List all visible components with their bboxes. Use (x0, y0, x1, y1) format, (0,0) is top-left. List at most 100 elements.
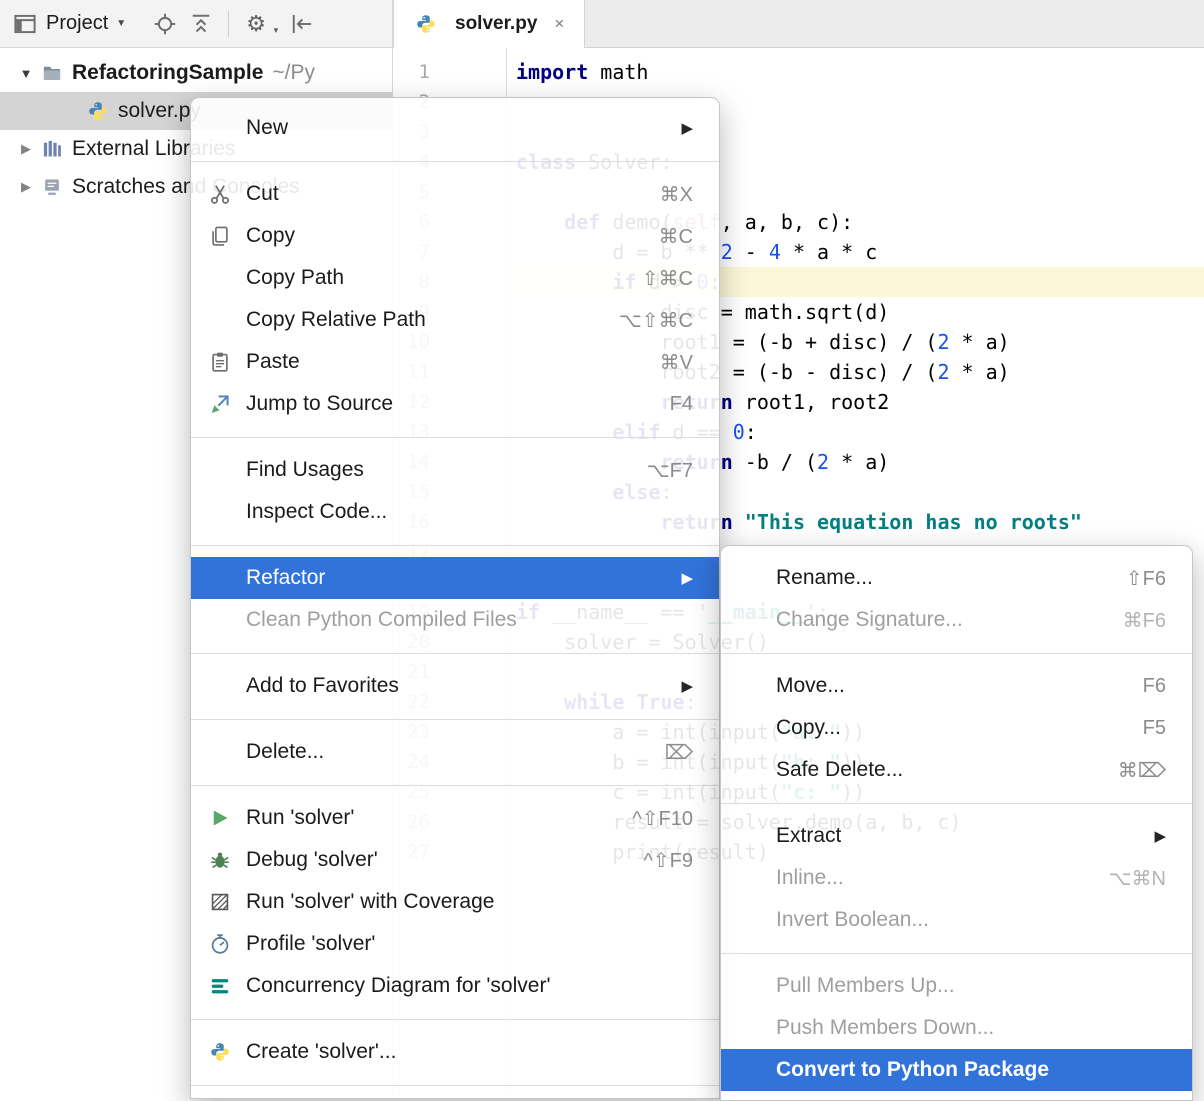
menu-item-label: Inline... (776, 866, 844, 890)
menu-item-run-solver-with-coverage[interactable]: Run 'solver' with Coverage (191, 881, 719, 923)
folder-icon (40, 62, 64, 84)
menu-item-rename[interactable]: Rename...⇧F6 (721, 557, 1192, 599)
menu-item-run-solver[interactable]: Run 'solver' ^⇧F10 (191, 797, 719, 839)
menu-item-shortcut: F6 (1113, 675, 1166, 698)
menu-item-safe-delete[interactable]: Safe Delete...⌘⌦ (721, 749, 1192, 791)
menu-item-copy-path[interactable]: Copy Path⇧⌘C (191, 257, 719, 299)
line-number[interactable]: 1 (393, 57, 506, 87)
menu-item-shortcut: ⌘V (630, 350, 693, 375)
menu-item-create-solver[interactable]: Create 'solver'... (191, 1031, 719, 1073)
locate-file-icon[interactable] (152, 11, 178, 37)
menu-item-copy[interactable]: Copy...F5 (721, 707, 1192, 749)
menu-item-inspect-code[interactable]: Inspect Code... (191, 491, 719, 533)
menu-icon-slot (205, 606, 235, 634)
menu-item-shortcut: F4 (640, 393, 693, 416)
menu-separator (191, 149, 719, 173)
menu-item-add-to-favorites[interactable]: Add to Favorites▶ (191, 665, 719, 707)
python-file-icon (414, 13, 438, 35)
menu-item-label: Safe Delete... (776, 758, 903, 782)
code-token: * a) (949, 360, 1009, 384)
project-tool-window-icon[interactable] (12, 11, 38, 37)
menu-item-label: Jump to Source (246, 392, 393, 416)
menu-item-jump-to-source[interactable]: Jump to Source F4 (191, 383, 719, 425)
submenu-arrow-icon: ▶ (1154, 827, 1166, 845)
project-toolbar: Project ▼ ⚙ ▾ (0, 0, 393, 48)
code-token: , a, b, c): (721, 210, 853, 234)
menu-item-debug-solver[interactable]: Debug 'solver' ^⇧F9 (191, 839, 719, 881)
menu-item-shortcut: ⌦ (635, 740, 693, 765)
refactor-submenu: Rename...⇧F6Change Signature...⌘F6Move..… (720, 545, 1193, 1101)
chevron-right-icon[interactable]: ▶ (12, 179, 40, 195)
menu-item-label: Profile 'solver' (246, 932, 375, 956)
menu-item-label: Move... (776, 674, 845, 698)
menu-item-move[interactable]: Move... F6 (721, 665, 1192, 707)
menu-icon-slot (205, 264, 235, 292)
run-icon (205, 804, 235, 832)
profile-icon (205, 930, 235, 958)
project-dropdown-caret-icon[interactable]: ▼ (116, 18, 126, 29)
menu-separator (721, 641, 1192, 665)
copy-icon (205, 222, 235, 250)
top-bar: Project ▼ ⚙ ▾ solver.py × (0, 0, 1204, 48)
menu-item-label: Copy Path (246, 266, 344, 290)
menu-icon-slot (205, 456, 235, 484)
menu-item-label: Copy (246, 224, 295, 248)
menu-item-label: Invert Boolean... (776, 908, 929, 932)
chevron-right-icon[interactable]: ▶ (12, 141, 40, 157)
menu-item-delete[interactable]: Delete... ⌦ (191, 731, 719, 773)
menu-item-paste[interactable]: Paste⌘V (191, 341, 719, 383)
submenu-arrow-icon: ▶ (681, 569, 693, 587)
menu-item-convert-to-python-package[interactable]: Convert to Python Package (721, 1049, 1192, 1091)
menu-item-refactor[interactable]: Refactor▶ (191, 557, 719, 599)
code-token: 2 (937, 360, 949, 384)
menu-icon-slot (205, 306, 235, 334)
code-token: "This equation has no roots" (745, 510, 1082, 534)
coverage-icon (205, 888, 235, 916)
tab-solver-py[interactable]: solver.py × (393, 0, 585, 48)
menu-item-shortcut: ^⇧F10 (602, 806, 693, 831)
menu-item-label: Add to Favorites (246, 674, 399, 698)
code-line[interactable]: import math (507, 57, 1204, 87)
code-token: -b / ( (733, 450, 817, 474)
menu-item-label: Convert to Python Package (776, 1058, 1049, 1082)
collapse-all-icon[interactable] (188, 11, 214, 37)
menu-item-label: Delete... (246, 740, 324, 764)
toolbar-divider (228, 11, 229, 37)
menu-item-shortcut: ^⇧F9 (614, 848, 693, 873)
menu-item-label: Run 'solver' with Coverage (246, 890, 494, 914)
menu-item-new[interactable]: New▶ (191, 107, 719, 149)
menu-item-profile-solver[interactable]: Profile 'solver' (191, 923, 719, 965)
menu-separator (191, 1073, 719, 1097)
menu-item-label: Debug 'solver' (246, 848, 378, 872)
hide-panel-icon[interactable] (289, 11, 315, 37)
debug-icon (205, 846, 235, 874)
tree-row-refactoringsample[interactable]: ▼RefactoringSample~/Py (0, 54, 392, 92)
menu-item-concurrency-diagram-for-solver[interactable]: Concurrency Diagram for 'solver' (191, 965, 719, 1007)
code-token: * a) (829, 450, 889, 474)
code-token: - (733, 240, 769, 264)
libraries-icon (40, 138, 64, 160)
tab-title: solver.py (455, 13, 537, 35)
menu-item-label: New (246, 116, 288, 140)
menu-icon-slot (205, 672, 235, 700)
project-toolbar-label[interactable]: Project (46, 12, 108, 35)
menu-item-label: Run 'solver' (246, 806, 354, 830)
menu-item-extract[interactable]: Extract▶ (721, 815, 1192, 857)
editor-tab-bar: solver.py × (393, 0, 1204, 48)
python-icon (205, 1038, 235, 1066)
menu-item-label: Pull Members Up... (776, 974, 955, 998)
chevron-down-icon[interactable]: ▼ (12, 66, 40, 81)
menu-item-cut[interactable]: Cut⌘X (191, 173, 719, 215)
code-token: root1, root2 (733, 390, 890, 414)
menu-item-label: Find Usages (246, 458, 364, 482)
settings-gear-icon[interactable]: ⚙ ▾ (243, 11, 269, 37)
menu-item-copy-relative-path[interactable]: Copy Relative Path⌥⇧⌘C (191, 299, 719, 341)
menu-item-copy[interactable]: Copy⌘C (191, 215, 719, 257)
menu-item-find-usages[interactable]: Find Usages⌥F7 (191, 449, 719, 491)
tab-close-icon[interactable]: × (554, 14, 564, 34)
menu-item-shortcut: ⌘X (630, 182, 693, 207)
menu-item-shortcut: ⌘F6 (1093, 608, 1166, 633)
paste-icon (205, 348, 235, 376)
context-menu: New▶Cut⌘XCopy⌘CCopy Path⇧⌘CCopy Relative… (190, 97, 720, 1099)
menu-item-label: Rename... (776, 566, 873, 590)
